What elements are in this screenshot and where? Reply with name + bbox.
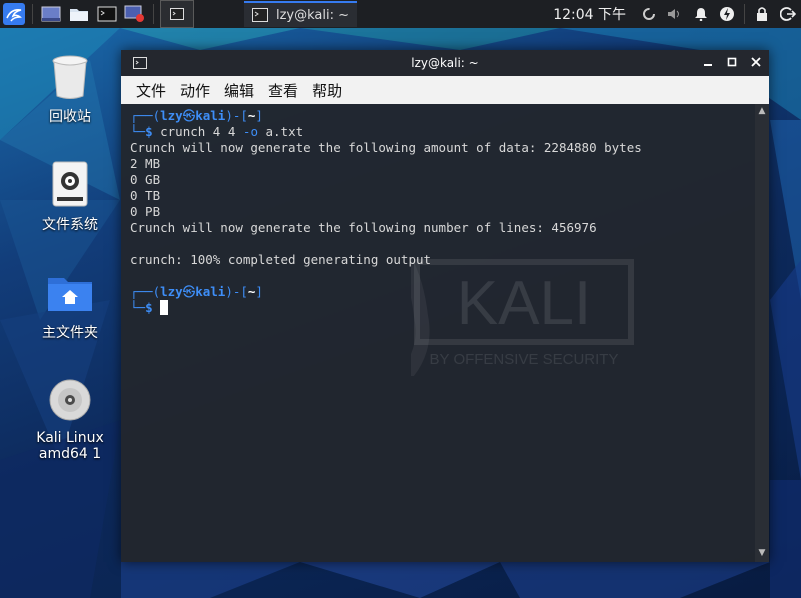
prompt-symbol: ㉿ [182,284,196,299]
prompt-line-2: └─$ [130,124,153,139]
output-line: 0 PB [130,204,161,219]
menu-file[interactable]: 文件 [129,80,173,101]
panel-separator [744,4,745,24]
taskbar-terminal-item[interactable]: lzy@kali: ~ [244,1,358,27]
menu-actions[interactable]: 动作 [173,80,217,101]
folder-icon [70,9,88,21]
recorder-icon [124,5,144,22]
bell-icon [695,8,707,21]
panel-separator [153,4,154,24]
prompt-line-2: └─$ [130,300,153,315]
home-folder-icon [46,268,94,316]
desktop-icon-label: 主文件夹 [42,325,98,341]
minimize-button[interactable] [701,55,715,69]
close-icon [751,57,761,67]
top-panel: lzy@kali: ~ 12:04 下午 [0,0,801,28]
terminal-scrollbar[interactable]: ▲ ▼ [755,104,769,562]
workspace-switcher[interactable] [160,0,194,28]
window-title: lzy@kali: ~ [411,56,479,70]
desktop-icon-home[interactable]: 主文件夹 [25,268,115,342]
screen-recorder-launcher[interactable] [121,0,149,28]
watermark-subtext: BY OFFENSIVE SECURITY [430,351,619,368]
desktop-icon [41,6,61,22]
desktop-icon-label: 文件系统 [42,217,98,233]
terminal-launcher[interactable] [93,0,121,28]
terminal-menubar: 文件 动作 编辑 查看 帮助 [121,76,769,104]
output-line: Crunch will now generate the following a… [130,140,642,155]
logout-button[interactable] [775,0,801,28]
prompt-dir: ~ [247,284,256,299]
scroll-up-arrow-icon[interactable]: ▲ [757,106,767,116]
volume-control[interactable] [662,0,688,28]
terminal-icon [252,8,268,22]
optical-disc-icon [46,376,94,424]
output-line: 0 TB [130,188,161,203]
desktop-icon-label: Kali Linux amd64 1 [36,430,104,462]
output-line: crunch: 100% completed generating output [130,252,432,267]
maximize-icon [727,57,737,67]
menu-edit[interactable]: 编辑 [217,80,261,101]
kali-menu-button[interactable] [0,0,28,28]
maximize-button[interactable] [725,55,739,69]
prompt-host: kali [195,284,226,299]
command-text: crunch 4 4 -o a.txt [160,124,304,139]
output-line: Crunch will now generate the following n… [130,220,597,235]
panel-clock[interactable]: 12:04 下午 [553,4,626,24]
prompt-user: lzy [160,108,183,123]
menu-help[interactable]: 帮助 [305,80,349,101]
prompt-symbol: ㉿ [182,108,196,123]
minimize-icon [704,64,712,66]
kali-watermark: KALI BY OFFENSIVE SECURITY [230,169,651,413]
desktop-icon-label: 回收站 [49,109,91,125]
terminal-icon [97,6,117,22]
trash-icon [46,52,94,100]
panel-separator [32,4,33,24]
hard-drive-icon [46,160,94,208]
scroll-down-arrow-icon[interactable]: ▼ [757,548,767,558]
lock-screen-button[interactable] [749,0,775,28]
file-manager-launcher[interactable] [65,0,93,28]
text-cursor [160,300,169,315]
prompt-host: kali [195,108,226,123]
close-button[interactable] [749,55,763,69]
terminal-window[interactable]: KALI BY OFFENSIVE SECURITY lzy@kali: ~ 文… [121,50,769,562]
prompt-line-1: ┌──(lzy㉿kali)-[~] [130,108,263,123]
lock-icon [757,7,767,21]
kali-dragon-icon [3,3,25,25]
notifications-button[interactable] [688,0,714,28]
taskbar-item-label: lzy@kali: ~ [276,7,350,23]
spinner-icon [643,8,655,20]
workspace-window-icon [170,8,184,20]
watermark-text: KALI [457,269,591,338]
desktop-icon-disc[interactable]: Kali Linux amd64 1 [25,376,115,462]
prompt-dir: ~ [247,108,256,123]
sync-indicator[interactable] [636,0,662,28]
prompt-line-1: ┌──(lzy㉿kali)-[~] [130,284,263,299]
logout-icon [780,7,796,21]
lightning-icon [720,7,734,21]
menu-view[interactable]: 查看 [261,80,305,101]
prompt-user: lzy [160,284,183,299]
output-line: 0 GB [130,172,161,187]
show-desktop-button[interactable] [37,0,65,28]
terminal-titlebar[interactable]: lzy@kali: ~ [121,50,769,76]
speaker-muted-icon [668,9,679,19]
power-manager-button[interactable] [714,0,740,28]
desktop-icon-trash[interactable]: 回收站 [25,52,115,126]
desktop-icon-filesystem[interactable]: 文件系统 [25,160,115,234]
output-line: 2 MB [130,156,161,171]
